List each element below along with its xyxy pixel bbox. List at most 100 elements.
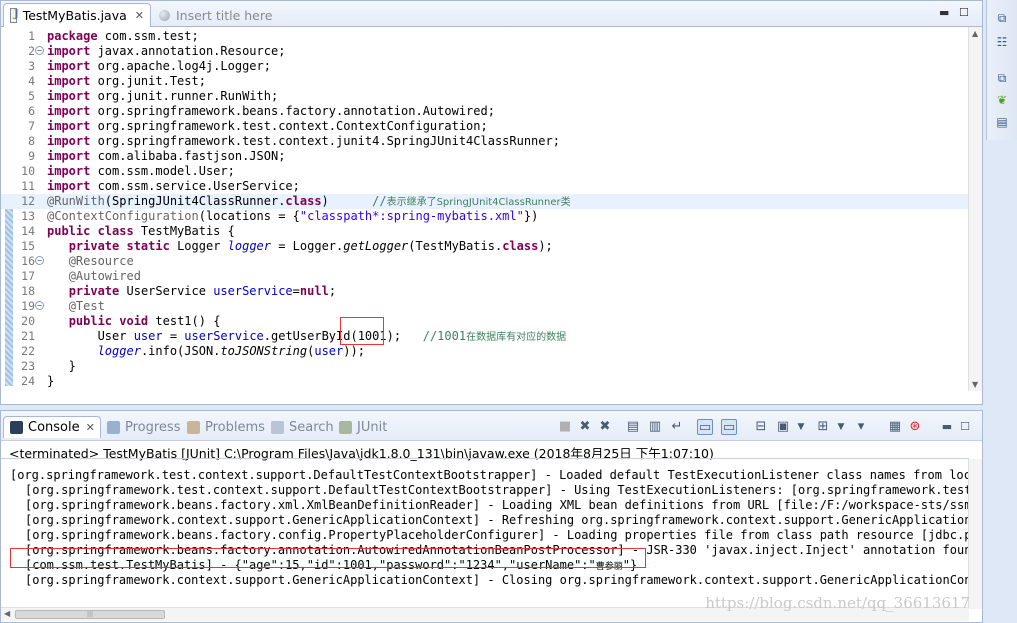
clear-console-icon[interactable]: ▤ — [625, 419, 641, 435]
minimize-icon[interactable]: ▬ — [939, 6, 949, 19]
tab-junit[interactable]: JUnit — [339, 416, 387, 438]
tab-testmybatis-java[interactable]: TestMyBatis.java ✕ — [3, 3, 151, 27]
fold-toggle-icon[interactable]: − — [35, 256, 44, 265]
line-number: 18 — [21, 284, 35, 298]
code-line[interactable]: 17 @Autowired — [1, 269, 969, 284]
line-number: 6 — [28, 104, 35, 118]
code-line[interactable]: 5 import org.junit.runner.RunWith; — [1, 89, 969, 104]
outline-icon[interactable]: ☷ — [994, 34, 1010, 50]
code-line[interactable]: 21 User user = userService.getUserById(1… — [1, 329, 969, 344]
console-vertical-scrollbar[interactable] — [968, 459, 982, 609]
code-text: import com.ssm.model.User; — [47, 164, 235, 178]
scroll-left-icon[interactable]: ◀ — [4, 609, 10, 618]
code-line[interactable]: 12 @RunWith(SpringJUnit4ClassRunner.class… — [1, 194, 969, 209]
display-console-icon[interactable]: ▣ — [775, 419, 791, 435]
code-line[interactable]: 23 } — [1, 359, 969, 374]
tab-progress[interactable]: Progress — [107, 416, 180, 438]
restore-icon-2[interactable]: ⧉ — [994, 70, 1010, 86]
line-number: 13 — [21, 209, 35, 223]
code-line[interactable]: 9 import com.alibaba.fastjson.JSON; — [1, 149, 969, 164]
fold-toggle-icon[interactable]: − — [35, 301, 44, 310]
code-text: private static Logger logger = Logger.ge… — [68, 239, 553, 253]
line-number: 22 — [21, 344, 35, 358]
tab-label: Console — [28, 420, 80, 435]
line-number: 15 — [21, 239, 35, 253]
progress-icon — [107, 420, 120, 434]
code-line[interactable]: 22 logger.info(JSON.toJSONString(user)); — [1, 344, 969, 359]
tab-insert-title-here[interactable]: Insert title here — [153, 3, 278, 27]
maximize-icon[interactable]: ☐ — [957, 419, 973, 435]
console-view-icon[interactable]: ▦ — [887, 419, 903, 435]
code-line[interactable]: 4 import org.junit.Test; — [1, 74, 969, 89]
code-line[interactable]: 8 import org.springframework.test.context… — [1, 134, 969, 149]
line-number: 9 — [28, 149, 35, 163]
code-text: logger.info(JSON.toJSONString(user)); — [97, 344, 365, 358]
line-number: 16 — [21, 254, 35, 268]
show-on-stdout-icon[interactable]: ▭ — [697, 419, 713, 435]
horizontal-scroll-thumb[interactable]: ||| — [15, 610, 165, 619]
log-line: [org.springframework.context.support.Gen… — [25, 513, 969, 527]
minimize-icon[interactable]: ▬ — [939, 419, 955, 435]
chevron-down-icon[interactable]: ▼ — [833, 419, 849, 435]
code-text: } — [47, 359, 76, 373]
terminate-icon[interactable]: ■ — [557, 419, 573, 435]
code-line[interactable]: 20 public void test1() { — [1, 314, 969, 329]
spring-leaf-icon[interactable]: ❦ — [994, 92, 1010, 108]
tasks-icon[interactable]: ▤ — [994, 114, 1010, 130]
code-text: import com.alibaba.fastjson.JSON; — [47, 149, 286, 163]
line-number: 24 — [21, 374, 35, 387]
show-on-stderr-icon[interactable]: ▭ — [721, 419, 737, 435]
close-icon[interactable]: ✕ — [135, 9, 144, 22]
open-console-icon[interactable]: ⊞ — [815, 419, 831, 435]
tab-problems[interactable]: Problems — [187, 416, 265, 438]
line-number: 20 — [21, 314, 35, 328]
scroll-down-icon[interactable]: ▼ — [972, 380, 978, 389]
tab-label: Search — [289, 419, 334, 435]
view-menu-icon[interactable]: ▾ — [853, 419, 869, 435]
search-icon — [271, 420, 284, 434]
code-line[interactable]: 11 import com.ssm.service.UserService; — [1, 179, 969, 194]
line-number: 17 — [21, 269, 35, 283]
code-line[interactable]: 6 import org.springframework.beans.factor… — [1, 104, 969, 119]
line-number: 4 — [28, 74, 35, 88]
problems-icon — [187, 420, 200, 434]
console-icon — [10, 421, 23, 434]
code-line[interactable]: 24} — [1, 374, 969, 387]
code-line[interactable]: 7 import org.springframework.test.context… — [1, 119, 969, 134]
tab-console[interactable]: Console ✕ — [3, 416, 101, 438]
web-page-icon — [159, 9, 170, 21]
code-line[interactable]: 1 package com.ssm.test; — [1, 29, 969, 44]
code-line[interactable]: 10 import com.ssm.model.User; — [1, 164, 969, 179]
highlight-box-result — [10, 548, 646, 568]
code-line[interactable]: 2− import javax.annotation.Resource; — [1, 44, 969, 59]
remove-all-icon[interactable]: ✖ — [597, 419, 613, 435]
code-line[interactable]: 13 @ContextConfiguration(locations = {"cl… — [1, 209, 969, 224]
maximize-icon[interactable]: ☐ — [959, 6, 969, 19]
scroll-up-icon[interactable]: ▲ — [972, 29, 978, 38]
code-line[interactable]: 15 private static Logger logger = Logger… — [1, 239, 969, 254]
fold-toggle-icon[interactable]: − — [35, 46, 44, 55]
tab-label: Progress — [125, 419, 181, 435]
console-output[interactable]: [org.springframework.test.context.suppor… — [1, 459, 969, 609]
right-side-toolbar: ⧉ ☷ ⧉ ❦ ▤ — [986, 0, 1017, 140]
log-line: [org.springframework.test.context.suppor… — [10, 468, 969, 482]
code-line[interactable]: 18 private UserService userService=null; — [1, 284, 969, 299]
log-line: [org.springframework.beans.factory.confi… — [25, 528, 969, 542]
word-wrap-icon[interactable]: ↵ — [669, 419, 685, 435]
spring-boot-icon[interactable]: ⊛ — [907, 419, 923, 435]
code-text: import org.springframework.test.context.… — [47, 119, 488, 133]
editor-vertical-scrollbar[interactable]: ▲ ▼ — [968, 27, 982, 391]
remove-launch-icon[interactable]: ✖ — [577, 419, 593, 435]
code-line[interactable]: 19− @Test — [1, 299, 969, 314]
scroll-lock-icon[interactable]: ▥ — [647, 419, 663, 435]
code-line[interactable]: 14 public class TestMyBatis { — [1, 224, 969, 239]
code-editor[interactable]: 1 package com.ssm.test; 2− import javax.ann… — [1, 27, 969, 387]
pin-console-icon[interactable]: ⊟ — [753, 419, 769, 435]
chevron-down-icon[interactable]: ▼ — [793, 419, 809, 435]
tab-search[interactable]: Search — [271, 416, 334, 438]
code-line[interactable]: 3 import org.apache.log4j.Logger; — [1, 59, 969, 74]
restore-icon[interactable]: ⧉ — [994, 10, 1010, 26]
close-icon[interactable]: ✕ — [86, 421, 95, 434]
code-line[interactable]: 16− @Resource — [1, 254, 969, 269]
code-text: @Test — [68, 299, 105, 313]
